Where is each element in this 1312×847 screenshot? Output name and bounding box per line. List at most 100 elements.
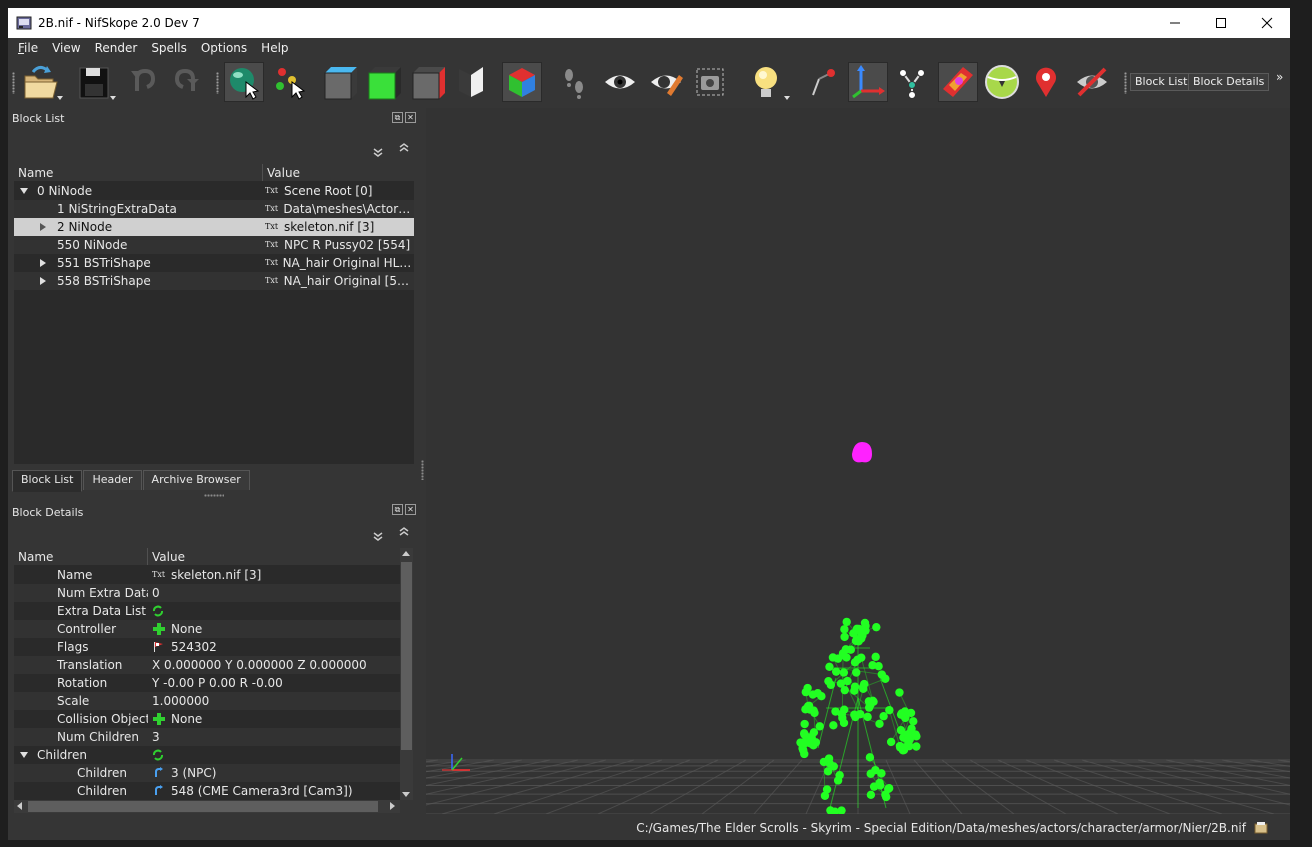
open-button[interactable] bbox=[16, 62, 66, 102]
table-row[interactable]: Controller None bbox=[14, 620, 400, 638]
table-row[interactable]: 0 NiNode Txt Scene Root [0] bbox=[14, 182, 414, 200]
render-viewport[interactable] bbox=[426, 108, 1290, 814]
lighting-button[interactable] bbox=[744, 62, 792, 102]
view-top-button[interactable] bbox=[320, 62, 360, 102]
expand-all-button[interactable] bbox=[396, 140, 412, 156]
tab-archive-browser[interactable]: Archive Browser bbox=[142, 470, 250, 490]
toolbar-grip[interactable] bbox=[1124, 72, 1127, 94]
constraints-button[interactable] bbox=[982, 62, 1022, 102]
expand-arrow-closed-icon[interactable] bbox=[40, 259, 46, 267]
select-object-button[interactable] bbox=[224, 62, 264, 102]
hide-button[interactable] bbox=[1072, 62, 1112, 102]
expand-all-button[interactable] bbox=[396, 524, 412, 540]
undo-button[interactable] bbox=[124, 62, 164, 102]
table-row[interactable]: Children 3 (NPC) bbox=[14, 764, 400, 782]
pin-button[interactable] bbox=[802, 62, 842, 102]
column-header-value[interactable]: Value bbox=[263, 164, 414, 181]
menu-help[interactable]: Help bbox=[254, 38, 295, 58]
dock-float-button[interactable]: ⧉ bbox=[392, 112, 403, 123]
table-row[interactable]: Translation X 0.000000 Y 0.000000 Z 0.000… bbox=[14, 656, 400, 674]
menu-spells[interactable]: Spells bbox=[144, 38, 194, 58]
field-value[interactable]: Y -0.00 P 0.00 R -0.00 bbox=[152, 674, 283, 692]
dock-resize-handle[interactable] bbox=[421, 460, 424, 480]
eye-pencil-button[interactable] bbox=[646, 62, 686, 102]
block-details-tree[interactable]: Name Value Name Txt skeleton.nif [3] Num Ex… bbox=[14, 548, 400, 800]
table-row[interactable]: Flags 524302 bbox=[14, 638, 400, 656]
menu-file[interactable]: File bbox=[8, 38, 45, 58]
table-row[interactable]: Children bbox=[14, 746, 400, 764]
table-row[interactable]: 2 NiNode Txt skeleton.nif [3] bbox=[14, 218, 414, 236]
expand-arrow-open-icon[interactable] bbox=[20, 752, 28, 758]
add-icon[interactable] bbox=[152, 622, 168, 636]
menu-render[interactable]: Render bbox=[88, 38, 145, 58]
column-header-name[interactable]: Name bbox=[14, 548, 148, 565]
archive-icon[interactable] bbox=[1254, 821, 1268, 835]
toolbar-overflow-button[interactable]: » bbox=[1276, 70, 1283, 84]
table-row[interactable]: 558 BSTriShape Txt NA_hair Original [555] bbox=[14, 272, 414, 290]
table-row[interactable]: Children 548 (CME Camera3rd [Cam3]) bbox=[14, 782, 400, 800]
minimize-button[interactable] bbox=[1152, 8, 1198, 38]
collapse-all-button[interactable] bbox=[370, 144, 386, 160]
dock-float-button[interactable]: ⧉ bbox=[392, 504, 403, 515]
walk-button[interactable] bbox=[554, 62, 594, 102]
block-details-toggle-button[interactable]: Block Details bbox=[1188, 73, 1270, 91]
column-header-value[interactable]: Value bbox=[148, 548, 400, 565]
scroll-down-arrow[interactable] bbox=[402, 792, 410, 797]
scroll-left-arrow[interactable] bbox=[17, 802, 22, 810]
block-list-toggle-button[interactable]: Block List bbox=[1130, 73, 1193, 91]
field-value[interactable]: X 0.000000 Y 0.000000 Z 0.000000 bbox=[152, 656, 367, 674]
nodes-button[interactable] bbox=[892, 62, 932, 102]
view-front-button[interactable] bbox=[364, 62, 404, 102]
table-row[interactable]: 1 NiStringExtraData Txt Data\meshes\Actors… bbox=[14, 200, 414, 218]
column-header-name[interactable]: Name bbox=[14, 164, 263, 181]
dock-close-button[interactable]: ✕ bbox=[405, 112, 416, 123]
menu-view[interactable]: View bbox=[45, 38, 87, 58]
scene-canvas[interactable] bbox=[426, 108, 1290, 814]
save-button[interactable] bbox=[72, 62, 120, 102]
eye-button[interactable] bbox=[600, 62, 640, 102]
flip-view-button[interactable] bbox=[452, 62, 492, 102]
field-value[interactable]: 1.000000 bbox=[152, 692, 209, 710]
axes-button[interactable] bbox=[848, 62, 888, 102]
view-side-button[interactable] bbox=[408, 62, 448, 102]
link-icon[interactable] bbox=[152, 785, 168, 797]
scroll-right-arrow[interactable] bbox=[390, 802, 395, 810]
table-row[interactable]: Scale 1.000000 bbox=[14, 692, 400, 710]
table-row[interactable]: Num Extra Data List 0 bbox=[14, 584, 400, 602]
select-vertex-button[interactable] bbox=[270, 62, 310, 102]
field-value[interactable]: 524302 bbox=[171, 638, 217, 656]
table-row[interactable]: 550 NiNode Txt NPC R Pussy02 [554] bbox=[14, 236, 414, 254]
scroll-thumb[interactable] bbox=[401, 562, 412, 750]
expand-arrow-closed-icon[interactable] bbox=[40, 223, 46, 231]
link-icon[interactable] bbox=[152, 767, 168, 779]
table-row[interactable]: Collision Object None bbox=[14, 710, 400, 728]
details-vertical-scrollbar[interactable] bbox=[400, 548, 413, 800]
table-row[interactable]: 551 BSTriShape Txt NA_hair Original HL [5.… bbox=[14, 254, 414, 272]
close-button[interactable] bbox=[1244, 8, 1290, 38]
dock-close-button[interactable]: ✕ bbox=[405, 504, 416, 515]
textures-button[interactable] bbox=[938, 62, 978, 102]
dock-splitter-handle[interactable] bbox=[204, 494, 224, 497]
redo-button[interactable] bbox=[166, 62, 206, 102]
maximize-button[interactable] bbox=[1198, 8, 1244, 38]
toolbar-grip[interactable] bbox=[12, 72, 15, 94]
tab-header[interactable]: Header bbox=[83, 470, 142, 490]
expand-arrow-open-icon[interactable] bbox=[20, 188, 28, 194]
scroll-up-arrow[interactable] bbox=[402, 551, 410, 556]
table-row[interactable]: Num Children 3 bbox=[14, 728, 400, 746]
collapse-all-button[interactable] bbox=[370, 528, 386, 544]
menu-options[interactable]: Options bbox=[194, 38, 254, 58]
tab-block-list[interactable]: Block List bbox=[12, 470, 83, 492]
toolbar-grip[interactable] bbox=[216, 72, 219, 94]
user-view-button[interactable] bbox=[502, 62, 542, 102]
table-row[interactable]: Rotation Y -0.00 P 0.00 R -0.00 bbox=[14, 674, 400, 692]
add-icon[interactable] bbox=[152, 712, 168, 726]
table-row[interactable]: Extra Data List bbox=[14, 602, 400, 620]
refresh-icon[interactable] bbox=[152, 605, 168, 617]
marker-button[interactable] bbox=[1026, 62, 1066, 102]
scroll-thumb[interactable] bbox=[28, 801, 378, 812]
block-list-tree[interactable]: Name Value 0 NiNode Txt Scene Root [0] 1 Ni… bbox=[14, 164, 414, 464]
screenshot-button[interactable] bbox=[690, 62, 730, 102]
refresh-icon[interactable] bbox=[152, 749, 168, 761]
expand-arrow-closed-icon[interactable] bbox=[40, 277, 46, 285]
